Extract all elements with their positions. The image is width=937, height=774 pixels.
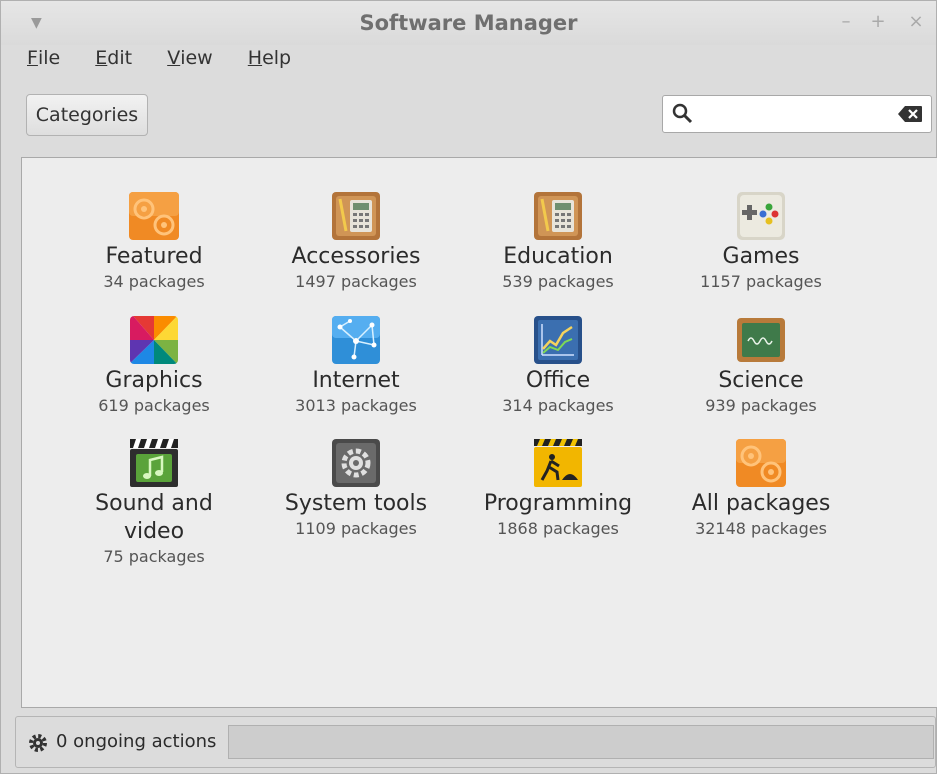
category-count: 1109 packages	[295, 519, 417, 538]
title-bar[interactable]: ▼ Software Manager – + ×	[1, 1, 936, 45]
category-name: Internet	[312, 368, 400, 393]
search-box	[662, 95, 932, 133]
category-name: Accessories	[291, 244, 421, 269]
search-input[interactable]	[703, 101, 897, 129]
category-office[interactable]: Office 314 packages	[453, 315, 663, 417]
ongoing-actions-label: 0 ongoing actions	[56, 731, 217, 752]
category-name: Featured	[105, 244, 203, 269]
minimize-icon[interactable]: –	[837, 11, 855, 32]
network-icon	[332, 316, 380, 364]
category-name: Education	[503, 244, 613, 269]
close-icon[interactable]: ×	[907, 11, 925, 32]
menu-view[interactable]: View	[167, 47, 213, 69]
software-manager-window: ▼ Software Manager – + × File Edit View …	[0, 0, 937, 774]
category-name: Science	[718, 368, 804, 393]
category-count: 939 packages	[705, 396, 817, 415]
category-name: Programming	[483, 491, 633, 516]
category-count: 75 packages	[103, 547, 205, 566]
category-count: 619 packages	[98, 396, 210, 415]
menu-file[interactable]: File	[27, 47, 60, 69]
search-icon[interactable]	[671, 102, 695, 126]
progress-bar	[228, 725, 934, 759]
calculator-icon	[332, 192, 380, 240]
category-science[interactable]: Science 939 packages	[656, 315, 866, 417]
category-featured[interactable]: Featured 34 packages	[49, 191, 259, 293]
category-name: All packages	[691, 491, 831, 516]
categories-grid: Featured 34 packages Accessories 1497 pa…	[21, 157, 937, 708]
gear-icon[interactable]	[28, 733, 48, 753]
system-gear-icon	[332, 439, 380, 487]
calculator-icon	[534, 192, 582, 240]
category-internet[interactable]: Internet 3013 packages	[251, 315, 461, 417]
menu-bar: File Edit View Help	[17, 47, 311, 75]
category-graphics[interactable]: Graphics 619 packages	[49, 315, 259, 417]
clear-search-icon[interactable]	[897, 105, 923, 123]
color-wheel-icon	[130, 316, 178, 364]
category-accessories[interactable]: Accessories 1497 packages	[251, 191, 461, 293]
category-count: 539 packages	[502, 272, 614, 291]
category-name: Office	[525, 368, 591, 393]
category-name: Graphics	[105, 368, 203, 393]
status-bar: 0 ongoing actions	[15, 716, 936, 768]
category-system-tools[interactable]: System tools 1109 packages	[251, 438, 461, 540]
category-games[interactable]: Games 1157 packages	[656, 191, 866, 293]
window-title: Software Manager	[359, 11, 578, 35]
category-count: 1497 packages	[295, 272, 417, 291]
category-programming[interactable]: Programming 1868 packages	[453, 438, 663, 540]
clapperboard-icon	[130, 439, 178, 487]
category-count: 34 packages	[103, 272, 205, 291]
category-name: Games	[722, 244, 800, 269]
category-name: Sound and video	[95, 491, 213, 544]
category-count: 314 packages	[502, 396, 614, 415]
categories-button[interactable]: Categories	[26, 94, 148, 136]
category-count: 1868 packages	[497, 519, 619, 538]
menu-edit[interactable]: Edit	[95, 47, 132, 69]
maximize-icon[interactable]: +	[869, 11, 887, 32]
featured-icon	[736, 439, 786, 487]
chart-icon	[534, 316, 582, 364]
featured-icon	[129, 192, 179, 240]
category-education[interactable]: Education 539 packages	[453, 191, 663, 293]
construction-icon	[534, 439, 582, 487]
menu-help[interactable]: Help	[248, 47, 291, 69]
category-name: System tools	[284, 491, 428, 516]
chalkboard-icon	[737, 318, 785, 362]
gamepad-icon	[737, 192, 785, 240]
category-count: 3013 packages	[295, 396, 417, 415]
category-sound-and-video[interactable]: Sound and video 75 packages	[49, 438, 259, 568]
category-all-packages[interactable]: All packages 32148 packages	[656, 438, 866, 540]
category-count: 1157 packages	[700, 272, 822, 291]
category-count: 32148 packages	[695, 519, 827, 538]
